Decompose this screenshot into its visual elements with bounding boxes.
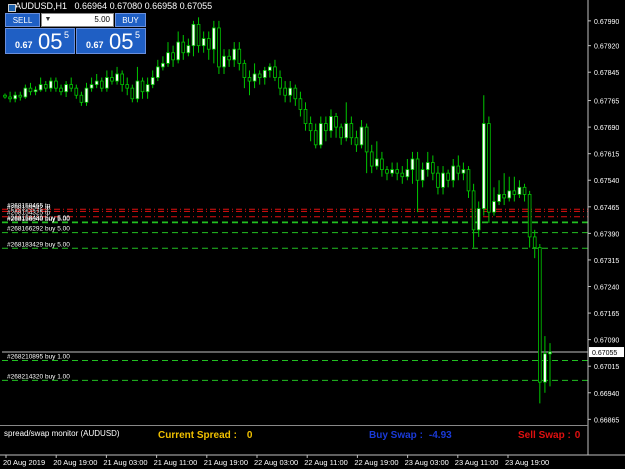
x-tick-label: 22 Aug 11:00 — [304, 458, 348, 467]
volume-input[interactable]: ▼ 5.00 — [41, 13, 114, 27]
y-tick-label: 0.67240 — [594, 285, 619, 292]
sell-swap-label: Sell Swap : — [518, 430, 571, 441]
x-tick-label: 23 Aug 11:00 — [455, 458, 499, 467]
buy-price-sup: 5 — [135, 30, 141, 40]
x-tick-label: 20 Aug 19:00 — [53, 458, 97, 467]
candle — [487, 116, 491, 223]
buy-swap-value: -4.93 — [428, 430, 452, 441]
sell-swap: Sell Swap :0 — [518, 430, 580, 441]
sell-price-prefix: 0.67 — [15, 40, 33, 50]
one-click-trading-panel: SELL ▼ 5.00 BUY 0.67 05 5 0.67 05 5 — [5, 13, 146, 54]
y-tick-label: 0.67615 — [594, 152, 619, 159]
buy-price-big: 05 — [109, 29, 134, 54]
symbol-label: AUDUSD,H1 — [15, 1, 68, 11]
y-tick-label: 0.67090 — [594, 338, 619, 345]
x-tick-label: 20 Aug 2019 — [3, 458, 45, 467]
order-level-label: #268214320 buy 1.00 — [7, 373, 70, 380]
volume-dropdown-icon[interactable]: ▼ — [43, 15, 53, 25]
buy-swap-label: Buy Swap : — [369, 430, 423, 441]
x-tick-label: 22 Aug 03:00 — [254, 458, 298, 467]
y-tick-label: 0.67390 — [594, 231, 619, 238]
order-level-label: #268183429 buy 5.00 — [7, 241, 70, 248]
order-level-label: #268210895 buy 1.00 — [7, 354, 70, 361]
y-tick-label: 0.67315 — [594, 258, 619, 265]
y-tick-label: 0.67990 — [594, 19, 619, 26]
y-tick-label: 0.67465 — [594, 205, 619, 212]
order-level-label: #268156040 buy 5.00 — [7, 216, 70, 223]
x-tick-label: 23 Aug 19:00 — [505, 458, 549, 467]
x-tick-label: 23 Aug 03:00 — [405, 458, 449, 467]
current-spread-value: 0 — [246, 430, 253, 441]
buy-button[interactable]: BUY — [115, 13, 146, 27]
order-level-label: #268166292 buy 5.00 — [7, 226, 70, 233]
window-icon — [8, 4, 16, 12]
y-tick-label: 0.67165 — [594, 311, 619, 318]
sell-price-big: 05 — [38, 29, 63, 54]
current-spread-label: Current Spread : — [158, 430, 237, 441]
candle — [538, 244, 542, 404]
y-tick-label: 0.67845 — [594, 70, 619, 77]
y-tick-label: 0.66940 — [594, 391, 619, 398]
buy-swap: Buy Swap : -4.93 — [369, 430, 452, 441]
x-tick-label: 21 Aug 19:00 — [204, 458, 248, 467]
x-tick-label: 22 Aug 19:00 — [354, 458, 398, 467]
sell-price-button[interactable]: 0.67 05 5 — [5, 28, 75, 54]
sell-button[interactable]: SELL — [5, 13, 40, 27]
y-tick-label: 0.67920 — [594, 44, 619, 51]
spread-swap-monitor: spread/swap monitor (AUDUSD) Current Spr… — [0, 425, 588, 450]
current-price-text: 0.67055 — [592, 350, 617, 357]
y-tick-label: 0.66865 — [594, 417, 619, 424]
candle — [217, 20, 221, 74]
y-tick-label: 0.67690 — [594, 125, 619, 132]
volume-value: 5.00 — [94, 15, 110, 24]
buy-price-prefix: 0.67 — [86, 40, 104, 50]
sell-price-sup: 5 — [64, 30, 70, 40]
sell-swap-value: 0 — [574, 430, 581, 441]
buy-price-button[interactable]: 0.67 05 5 — [76, 28, 146, 54]
x-tick-label: 21 Aug 11:00 — [154, 458, 198, 467]
current-spread: Current Spread : 0 — [158, 430, 252, 441]
y-tick-label: 0.67765 — [594, 99, 619, 106]
x-tick-label: 21 Aug 03:00 — [103, 458, 147, 467]
y-tick-label: 0.67015 — [594, 364, 619, 371]
monitor-title: spread/swap monitor (AUDUSD) — [4, 429, 120, 438]
ohlc-values: 0.66964 0.67080 0.66958 0.67055 — [74, 1, 213, 11]
y-tick-label: 0.67540 — [594, 178, 619, 185]
chart-title: AUDUSD,H1 0.66964 0.67080 0.66958 0.6705… — [4, 1, 213, 12]
price-chart[interactable]: #268158465 tp#268155542 tp#268154325 tp#… — [0, 0, 625, 469]
